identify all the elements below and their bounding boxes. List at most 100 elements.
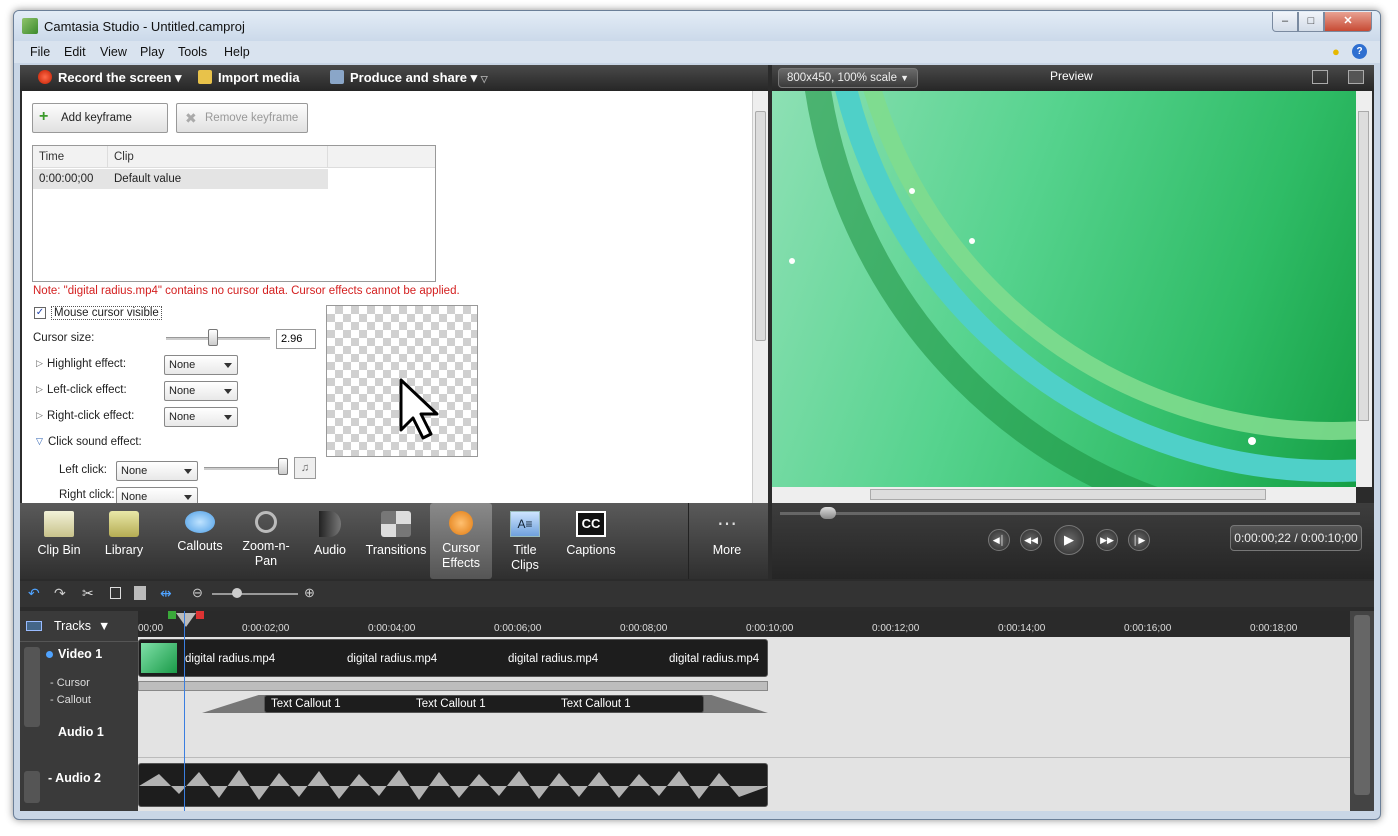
preview-hscroll-thumb[interactable] <box>870 489 1266 500</box>
tab-zoom-n-pan[interactable]: Zoom-n-Pan <box>234 503 298 579</box>
expand-arrow-icon[interactable]: ▷ <box>36 358 43 369</box>
mouse-cursor-visible-checkbox[interactable]: ✓ <box>34 307 46 319</box>
menu-tools[interactable]: Tools <box>178 45 207 59</box>
panel-scrollbar-thumb[interactable] <box>755 111 766 341</box>
video-clip[interactable]: digital radius.mp4 digital radius.mp4 di… <box>138 639 768 677</box>
expand-arrow-icon[interactable]: ▷ <box>36 384 43 395</box>
cursor-clip[interactable] <box>138 681 768 691</box>
tab-library[interactable]: Library <box>96 503 152 579</box>
callout-clip[interactable]: Text Callout 1 Text Callout 1 Text Callo… <box>264 695 704 713</box>
video-thumbnail <box>141 643 177 673</box>
tab-callouts[interactable]: Callouts <box>170 503 230 579</box>
minimize-button[interactable]: – <box>1272 12 1298 32</box>
audio-lock-handle[interactable] <box>24 771 40 803</box>
video-1-track-label[interactable]: Video 1 <box>58 647 102 661</box>
play-button[interactable]: ▶ <box>1054 525 1084 555</box>
captions-icon: CC <box>576 511 606 537</box>
produce-share-button[interactable]: Produce and share ▾ ▽ <box>330 70 488 86</box>
right-click-effect-dropdown[interactable]: None <box>164 407 238 427</box>
import-media-button[interactable]: Import media <box>198 70 300 85</box>
tab-label: Callouts <box>177 539 223 553</box>
video-clip-label: digital radius.mp4 <box>508 653 599 665</box>
ruler-tick: 0:00:16;00 <box>1124 623 1172 634</box>
timeline-scrollbar[interactable] <box>1350 611 1374 811</box>
left-click-effect-dropdown[interactable]: None <box>164 381 238 401</box>
collapse-arrow-icon[interactable]: ▽ <box>36 436 43 447</box>
out-marker-icon[interactable] <box>196 611 204 619</box>
tracks-dropdown[interactable]: Tracks ▼ <box>54 619 110 633</box>
tab-captions[interactable]: CC Captions <box>560 503 622 579</box>
tab-clip-bin[interactable]: Clip Bin <box>30 503 88 579</box>
expand-arrow-icon[interactable]: ▷ <box>36 410 43 421</box>
maximize-button[interactable]: □ <box>1298 12 1324 32</box>
menu-play[interactable]: Play <box>140 45 164 59</box>
main-area: Record the screen ▾ Import media Produce… <box>20 65 1374 811</box>
rewind-button[interactable]: ◀◀ <box>1020 529 1042 551</box>
playback-scrubber[interactable] <box>780 512 1360 515</box>
no-cursor-data-note: Note: "digital radius.mp4" contains no c… <box>33 285 460 297</box>
timeline-scrollbar-thumb[interactable] <box>1354 615 1370 795</box>
panel-scrollbar[interactable] <box>752 91 768 503</box>
tab-audio[interactable]: Audio <box>306 503 354 579</box>
tab-transitions[interactable]: Transitions <box>360 503 432 579</box>
preview-horizontal-scrollbar[interactable] <box>772 487 1356 503</box>
undo-icon[interactable]: ↶ <box>28 585 40 602</box>
keyframe-table: Time Clip 0:00:00;00 Default value <box>32 145 436 282</box>
detach-preview-icon[interactable] <box>1348 70 1364 84</box>
skip-back-button[interactable]: ◀│ <box>988 529 1010 551</box>
playhead-marker[interactable] <box>168 611 204 627</box>
tab-title-clips[interactable]: A≡ Title Clips <box>498 503 552 579</box>
menu-edit[interactable]: Edit <box>64 45 86 59</box>
cursor-size-input[interactable]: 2.96 <box>276 329 316 349</box>
cut-icon[interactable]: ✂ <box>82 585 94 602</box>
preview-canvas[interactable] <box>772 91 1356 487</box>
left-click-volume-slider[interactable] <box>204 467 286 470</box>
video-clip-label: digital radius.mp4 <box>185 653 276 665</box>
speaker-icon <box>319 511 341 537</box>
timeline-zoom-slider[interactable] <box>212 593 298 595</box>
close-button[interactable]: ✕ <box>1324 12 1372 32</box>
table-row[interactable]: 0:00:00;00 Default value <box>33 169 328 189</box>
zoom-out-icon[interactable]: ⊖ <box>192 585 203 601</box>
preview-vscroll-thumb[interactable] <box>1358 111 1369 421</box>
timeline-ruler[interactable]: 00;00 0:00:02;00 0:00:04;00 0:00:06;00 0… <box>138 611 1350 637</box>
timeline-zoom-thumb[interactable] <box>232 588 242 598</box>
audio-2-track-label[interactable]: - Audio 2 <box>48 771 101 785</box>
right-click-sound-dropdown[interactable]: None <box>116 487 198 503</box>
add-keyframe-button[interactable]: + Add keyframe <box>32 103 168 133</box>
zoom-in-icon[interactable]: ⊕ <box>304 585 315 601</box>
menu-help[interactable]: Help <box>224 45 250 59</box>
record-screen-button[interactable]: Record the screen ▾ <box>38 70 182 86</box>
tab-more[interactable]: ⋯ More <box>700 503 754 579</box>
paste-icon[interactable] <box>134 586 146 600</box>
highlight-effect-dropdown[interactable]: None <box>164 355 238 375</box>
redo-icon[interactable]: ↷ <box>54 585 66 602</box>
split-icon[interactable]: ⇹ <box>160 585 172 602</box>
preview-vertical-scrollbar[interactable] <box>1356 91 1372 487</box>
tips-bulb-icon[interactable]: ● <box>1332 44 1340 59</box>
playhead-icon[interactable] <box>176 613 196 627</box>
speaker-icon[interactable]: ♫ <box>294 457 316 479</box>
menu-file[interactable]: File <box>30 45 50 59</box>
clip-bin-icon <box>44 511 74 537</box>
cursor-size-slider-thumb[interactable] <box>208 329 219 346</box>
left-click-volume-thumb[interactable] <box>278 458 288 475</box>
in-marker-icon[interactable] <box>168 611 176 619</box>
scrubber-thumb[interactable] <box>820 507 836 519</box>
timeline-tracks[interactable]: digital radius.mp4 digital radius.mp4 di… <box>138 611 1350 811</box>
scale-dropdown[interactable]: 800x450, 100% scale ▼ <box>778 68 918 88</box>
left-click-sound-dropdown[interactable]: None <box>116 461 198 481</box>
remove-keyframe-button[interactable]: ✖ Remove keyframe <box>176 103 308 133</box>
fit-view-icon[interactable] <box>1312 70 1328 84</box>
help-icon[interactable]: ? <box>1352 44 1367 59</box>
header-divider <box>20 641 138 642</box>
video-lock-handle[interactable] <box>24 647 40 727</box>
fast-forward-button[interactable]: ▶▶ <box>1096 529 1118 551</box>
tab-cursor-effects[interactable]: Cursor Effects <box>430 503 492 579</box>
copy-icon[interactable] <box>110 587 121 599</box>
audio-clip[interactable] <box>138 763 768 807</box>
skip-forward-button[interactable]: │▶ <box>1128 529 1150 551</box>
menu-view[interactable]: View <box>100 45 127 59</box>
folder-icon <box>198 70 212 84</box>
audio-1-track-label[interactable]: Audio 1 <box>58 725 104 739</box>
